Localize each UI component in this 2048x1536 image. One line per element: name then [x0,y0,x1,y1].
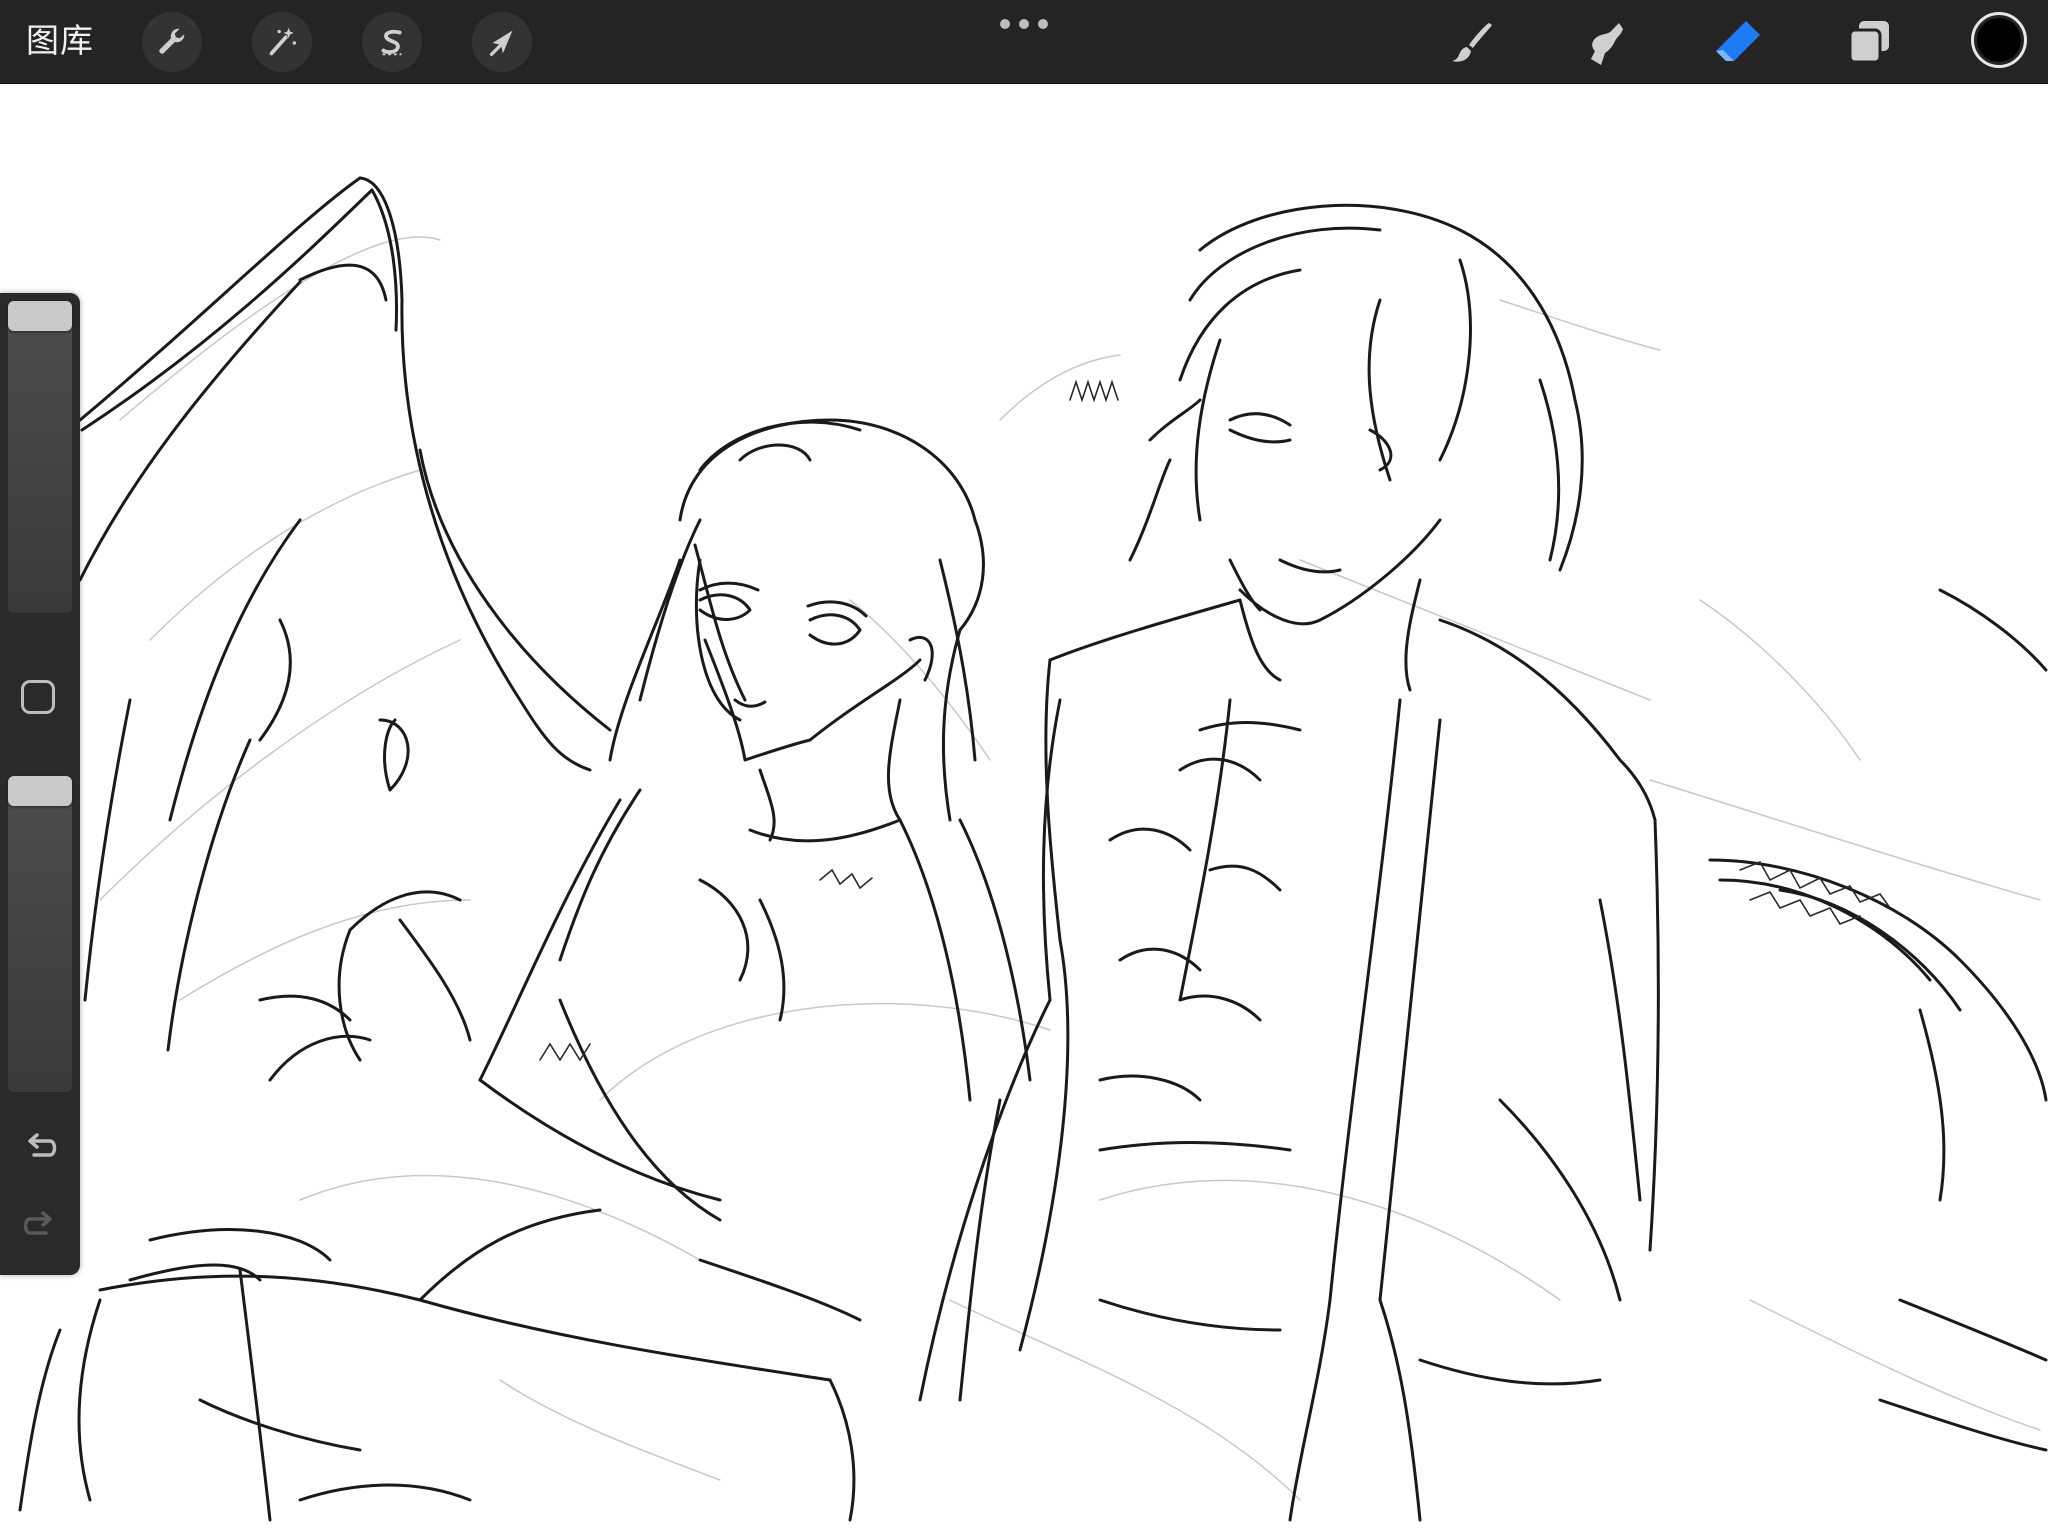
arrow-cursor-icon [489,30,513,57]
redo-arrow-glyph [23,1211,52,1235]
brush-tool-button[interactable] [1442,12,1502,72]
undo-arrow-glyph [28,1133,57,1157]
actions-button[interactable] [142,12,202,72]
magic-wand-icon [269,27,297,56]
undo-icon[interactable] [18,1125,62,1169]
ellipsis-icon[interactable] [1000,14,1048,34]
brush-size-slider[interactable] [8,301,72,613]
layers-icon [1848,21,1889,64]
eraser-icon [1716,21,1760,61]
selection-button[interactable] [362,12,422,72]
color-picker-button[interactable] [1971,12,2027,68]
smudge-icon [1591,23,1623,65]
current-color-swatch [1977,18,2021,62]
eraser-tool-button[interactable] [1707,12,1767,72]
brush-opacity-slider[interactable] [8,776,72,1092]
dot [1019,19,1029,29]
drawing-canvas[interactable] [0,84,2048,1536]
sketch-artwork [18,176,2048,1522]
gallery-button[interactable]: 图库 [26,18,94,64]
brush-opacity-slider-thumb[interactable] [8,776,72,806]
wrench-icon [159,28,185,54]
layers-button[interactable] [1839,12,1899,72]
redo-icon[interactable] [18,1203,62,1247]
brush-size-slider-thumb[interactable] [8,301,72,331]
left-sidebar [0,293,80,1275]
dot [1000,19,1010,29]
top-toolbar: 图库 [0,0,2048,84]
smudge-tool-button[interactable] [1574,12,1634,72]
procreate-app: 图库 [0,0,2048,1536]
brush-icon [1452,23,1492,62]
adjustments-button[interactable] [252,12,312,72]
transform-button[interactable] [472,12,532,72]
selection-s-icon [381,29,402,56]
dot [1038,19,1048,29]
square-outline-icon[interactable] [21,680,55,714]
